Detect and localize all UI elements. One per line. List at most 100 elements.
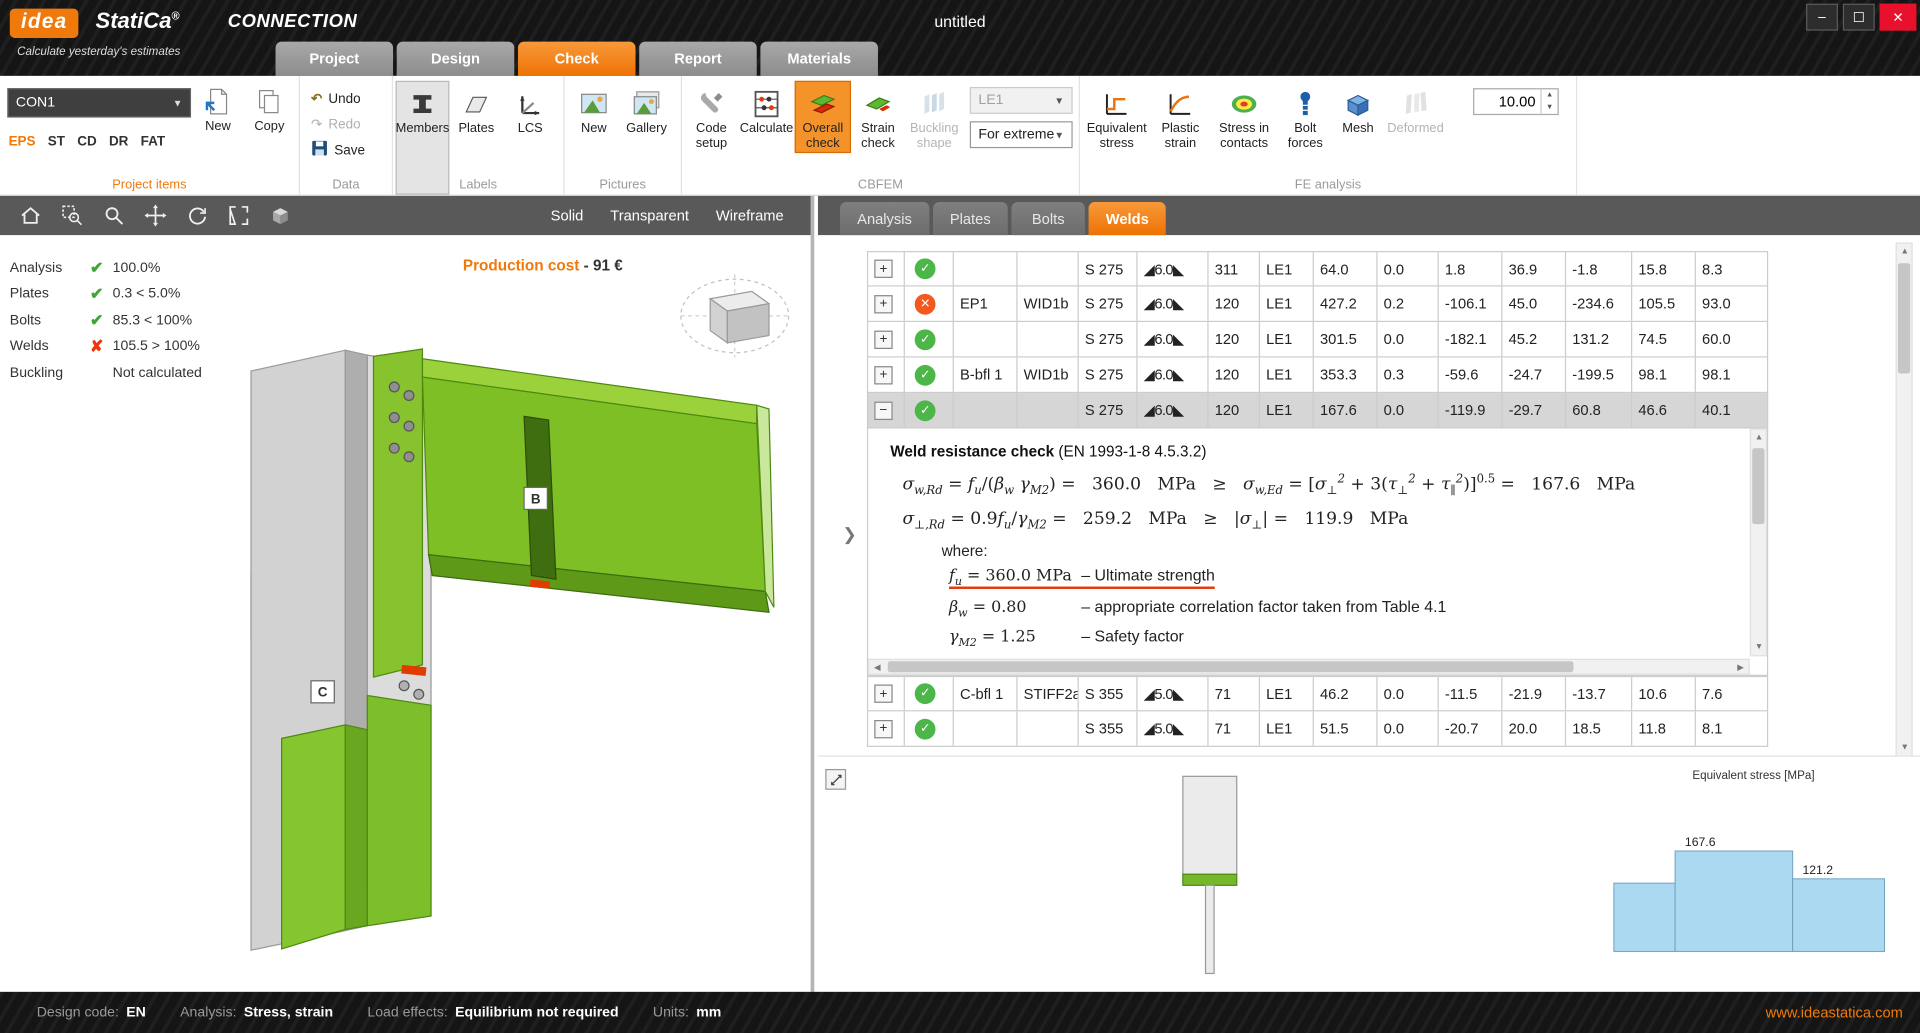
minimize-button[interactable]: – <box>1806 4 1838 31</box>
scroll-up-icon[interactable]: ▲ <box>1751 430 1767 446</box>
weld-check-row[interactable]: +✓S 355◢5.0◣71LE151.50.0-20.720.018.511.… <box>867 711 1768 747</box>
expand-row-button[interactable]: + <box>874 684 892 702</box>
zoom-extents-button[interactable] <box>218 200 260 232</box>
view-cube-button[interactable] <box>260 200 302 232</box>
bolt-forces-button[interactable]: Bolt forces <box>1278 81 1332 153</box>
connection-model[interactable]: B C <box>208 328 820 989</box>
expand-row-button[interactable]: + <box>874 366 892 384</box>
tab-report[interactable]: Report <box>639 42 757 76</box>
detail-expander-chevron[interactable]: ❯ <box>842 524 856 545</box>
plastic-strain-button[interactable]: Plastic strain <box>1151 81 1210 153</box>
module-name: CONNECTION <box>228 11 358 32</box>
redo-button[interactable]: ↷Redo <box>311 111 365 137</box>
pan-button[interactable] <box>135 200 177 232</box>
save-button[interactable]: Save <box>311 137 365 163</box>
new-item-button[interactable]: New <box>193 78 242 135</box>
spinner-up-icon[interactable]: ▲ <box>1542 89 1558 101</box>
rotate-button[interactable] <box>176 200 218 232</box>
close-button[interactable]: ✕ <box>1880 4 1917 31</box>
weld-check-row[interactable]: +✓B-bfl 1WID1bS 275◢6.0◣120LE1353.30.3-5… <box>867 358 1768 394</box>
scroll-down-icon[interactable]: ▼ <box>1897 740 1913 756</box>
value-cell: -119.9 <box>1439 393 1503 427</box>
badge-dr[interactable]: DR <box>109 135 128 150</box>
window-controls: – ☐ ✕ <box>1806 4 1916 31</box>
results-tab-plates[interactable]: Plates <box>933 202 1008 235</box>
expand-cell: + <box>868 677 905 710</box>
code-setup-button[interactable]: Code setup <box>684 81 738 153</box>
stress-in-contacts-button[interactable]: Stress in contacts <box>1210 81 1279 153</box>
tab-project[interactable]: Project <box>276 42 394 76</box>
overall-check-button[interactable]: Overall check <box>795 81 851 153</box>
strain-check-button[interactable]: Strain check <box>851 81 905 153</box>
scroll-down-icon[interactable]: ▼ <box>1751 639 1767 655</box>
maximize-button[interactable]: ☐ <box>1843 4 1875 31</box>
view-mode-wireframe[interactable]: Wireframe <box>716 207 784 224</box>
weld-check-row[interactable]: +✓S 275◢6.0◣311LE164.00.01.836.9-1.815.8… <box>867 251 1768 287</box>
deformation-scale-spinner[interactable]: 10.00 ▲▼ <box>1473 88 1559 115</box>
detail-vertical-scrollbar[interactable]: ▲ ▼ <box>1750 429 1767 657</box>
member-label-column[interactable]: C <box>311 681 334 703</box>
badge-fat[interactable]: FAT <box>141 135 165 150</box>
weld-check-row[interactable]: −✓S 275◢6.0◣120LE1167.60.0-119.9-29.760.… <box>867 393 1768 429</box>
expand-row-button[interactable]: + <box>874 719 892 737</box>
expand-row-button[interactable]: + <box>874 330 892 348</box>
scroll-left-icon[interactable]: ◀ <box>869 659 885 675</box>
status-pass-icon: ✓ <box>915 718 936 739</box>
scroll-right-icon[interactable]: ▶ <box>1733 659 1749 675</box>
deformed-button[interactable]: Deformed <box>1384 81 1448 153</box>
load-effect-combo[interactable]: LE1▼ <box>970 87 1073 114</box>
material-cell: S 275 <box>1079 252 1138 285</box>
mesh-button[interactable]: Mesh <box>1332 81 1383 153</box>
value-cell: 427.2 <box>1314 287 1378 321</box>
results-tab-analysis[interactable]: Analysis <box>840 202 929 235</box>
zoom-window-button[interactable] <box>51 200 93 232</box>
scroll-up-icon[interactable]: ▲ <box>1897 244 1913 260</box>
results-tab-welds[interactable]: Welds <box>1089 202 1166 235</box>
status-cell: ✓ <box>905 393 954 427</box>
collapse-row-button[interactable]: − <box>874 401 892 419</box>
spinner-down-icon[interactable]: ▼ <box>1542 102 1558 114</box>
table-vertical-scrollbar[interactable]: ▲ ▼ <box>1896 242 1913 756</box>
expand-row-button[interactable]: + <box>874 260 892 278</box>
copy-item-button[interactable]: Copy <box>245 78 294 135</box>
length-cell: 120 <box>1209 358 1260 392</box>
view-mode-solid[interactable]: Solid <box>551 207 584 224</box>
badge-eps[interactable]: EPS <box>9 135 36 150</box>
status-label: Analysis <box>10 261 81 276</box>
home-view-button[interactable] <box>10 200 52 232</box>
extreme-combo[interactable]: For extreme▼ <box>970 121 1073 148</box>
tab-design[interactable]: Design <box>397 42 515 76</box>
weld-check-row[interactable]: +✕EP1WID1bS 275◢6.0◣120LE1427.20.2-106.1… <box>867 287 1768 323</box>
weld-check-row[interactable]: +✓C-bfl 1STIFF2aS 355◢5.0◣71LE146.20.0-1… <box>867 676 1768 712</box>
chevron-down-icon: ▼ <box>1054 129 1064 140</box>
badge-st[interactable]: ST <box>48 135 65 150</box>
analysis-type-badges: EPS ST CD DR FAT <box>9 135 166 150</box>
group-data: ↶Undo ↷Redo Save Data <box>300 76 393 195</box>
value-cell: 36.9 <box>1502 252 1566 285</box>
expand-row-button[interactable]: + <box>874 294 892 312</box>
plate-cell: STIFF2a <box>1018 677 1079 710</box>
weld-check-row[interactable]: +✓S 275◢6.0◣120LE1301.50.0-182.145.2131.… <box>867 322 1768 358</box>
undo-button[interactable]: ↶Undo <box>311 86 365 112</box>
throat-cell: ◢6.0◣ <box>1138 322 1209 356</box>
value-cell: 11.8 <box>1632 711 1696 745</box>
badge-cd[interactable]: CD <box>77 135 96 150</box>
viewport-3d[interactable]: SolidTransparentWireframe Analysis✔100.0… <box>0 196 814 992</box>
tab-materials[interactable]: Materials <box>760 42 878 76</box>
where-label: where: <box>942 542 988 559</box>
equivalent-stress-button[interactable]: Equivalent stress <box>1082 81 1151 153</box>
save-icon <box>311 140 328 161</box>
expand-diagram-button[interactable] <box>825 769 846 790</box>
results-tab-bolts[interactable]: Bolts <box>1011 202 1084 235</box>
check-icon: ✔ <box>81 284 113 304</box>
member-label-beam[interactable]: B <box>524 487 547 509</box>
detail-horizontal-scrollbar[interactable]: ◀ ▶ <box>868 659 1750 675</box>
project-item-combo[interactable]: CON1▼ <box>7 88 191 117</box>
tab-check[interactable]: Check <box>518 42 636 76</box>
calculate-button[interactable]: Calculate <box>738 81 794 153</box>
website-link[interactable]: www.ideastatica.com <box>1766 1004 1903 1021</box>
load-cell: LE1 <box>1260 322 1314 356</box>
zoom-button[interactable] <box>93 200 135 232</box>
buckling-shape-button[interactable]: Buckling shape <box>905 81 964 153</box>
view-mode-transparent[interactable]: Transparent <box>610 207 689 224</box>
